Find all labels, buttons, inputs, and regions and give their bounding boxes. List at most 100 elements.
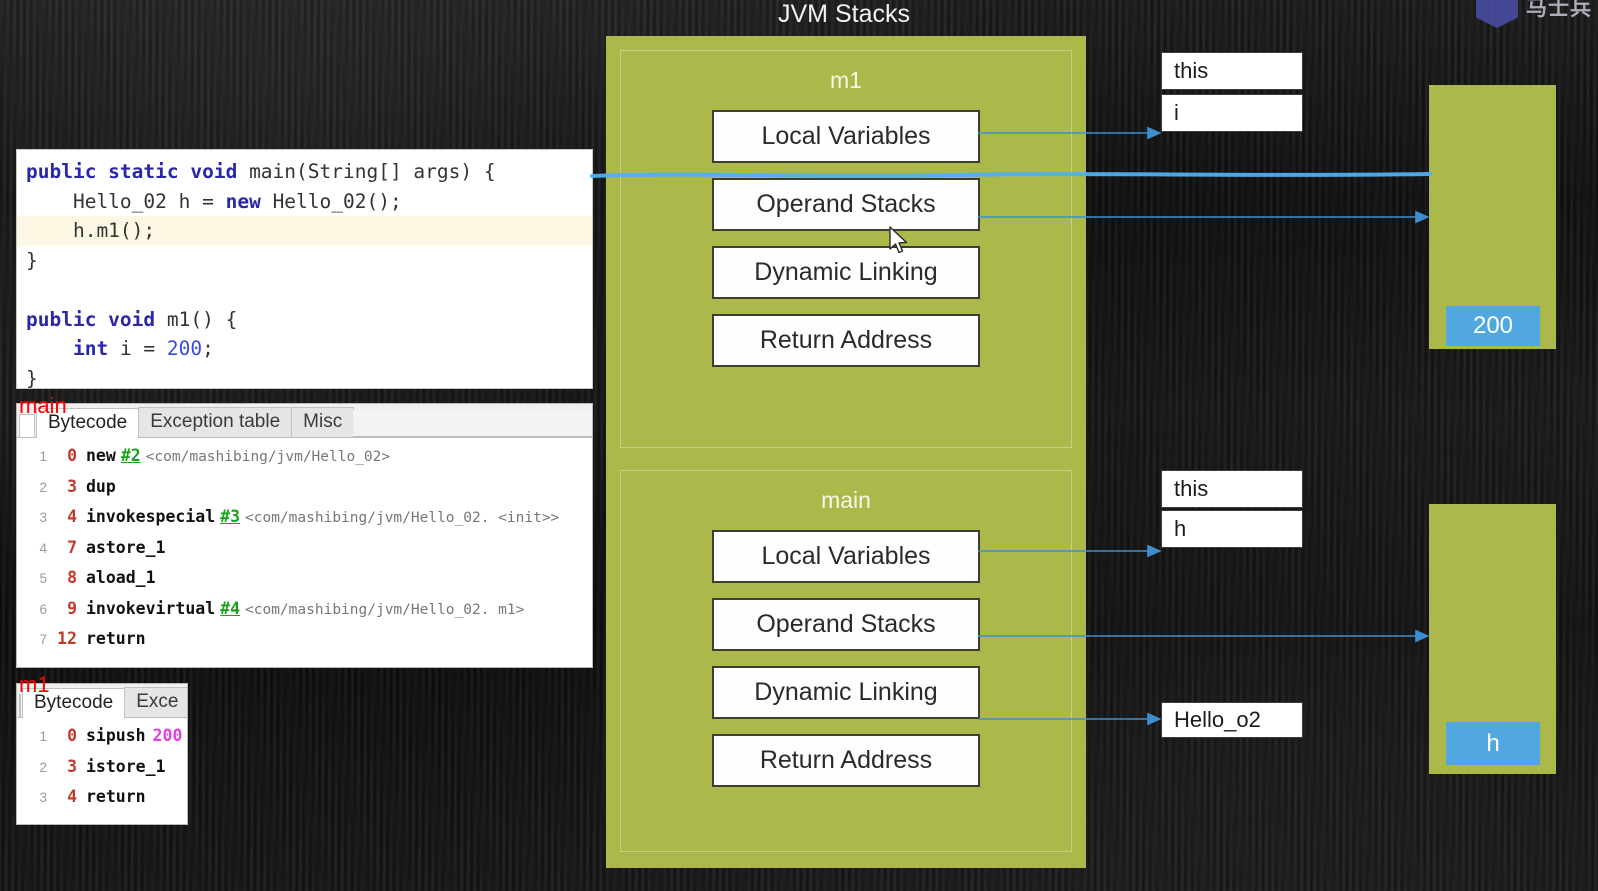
code-line-1: public static void main(String[] args) { [17, 157, 592, 187]
bytecode-offset: 3 [67, 476, 77, 496]
bytecode-main-tag: main [19, 393, 67, 418]
bytecode-offset: 4 [67, 787, 77, 806]
code-token: int [72, 337, 120, 360]
bytecode-line-number: 1 [39, 729, 47, 744]
bytecode-offset: 4 [67, 507, 77, 526]
code-token: } [26, 248, 38, 272]
bytecode-panel-main[interactable]: Bytecode Exception table Misc 1 0 new #2 <com/… [17, 404, 592, 667]
bytecode-opcode: astore_1 [86, 537, 166, 557]
bytecode-opcode: dup [86, 476, 116, 496]
m1-local-this: this [1161, 52, 1303, 90]
bytecode-row: 3 4 invokespecial #3 <com/mashibing/jvm/Hell… [17, 507, 592, 538]
stack-frame-m1: m1 Local Variables Operand Stacks Dynami… [620, 50, 1072, 448]
bytecode-descriptor: <com/mashibing/jvm/Hello_02. m1> [245, 601, 525, 618]
bytecode-opcode: istore_1 [86, 756, 166, 776]
bytecode-opcode: invokespecial [86, 507, 216, 526]
code-token: h.m1(); [26, 219, 156, 242]
bytecode-line-number: 2 [39, 479, 47, 495]
code-token: Hello_02(); [272, 189, 402, 213]
bytecode-main-tabstrip: Bytecode Exception table Misc [17, 404, 592, 438]
bytecode-main-tabs: Bytecode Exception table Misc [36, 407, 355, 438]
heap-value-h: h [1446, 722, 1540, 765]
bytecode-line-number: 1 [39, 449, 47, 464]
code-line-4: } [17, 246, 592, 276]
bytecode-opcode: invokevirtual [86, 598, 216, 618]
main-slot-return-address[interactable]: Return Address [712, 734, 980, 787]
main-local-h: h [1161, 510, 1303, 548]
bytecode-offset: 9 [67, 598, 77, 618]
tab-exce[interactable]: Exce [124, 687, 187, 717]
main-slot-dynamic-linking[interactable]: Dynamic Linking [712, 666, 980, 719]
jvm-stacks-title: JVM Stacks [778, 0, 910, 28]
bytecode-row: 3 4 return [17, 787, 187, 818]
bytecode-const-ref[interactable]: #4 [220, 599, 240, 618]
main-local-this: this [1161, 470, 1303, 508]
bytecode-m1-rows: 1 0 sipush 200 2 3 istore_1 3 4 return [17, 718, 187, 818]
stack-frame-main: main Local Variables Operand Stacks Dyna… [620, 470, 1072, 852]
main-slot-local-variables[interactable]: Local Variables [712, 530, 980, 583]
tab-exception-table[interactable]: Exception table [138, 407, 293, 437]
bytecode-line-number: 3 [39, 510, 47, 525]
bytecode-opcode: sipush [86, 726, 146, 745]
bytecode-row: 6 9 invokevirtual #4 <com/mashibing/jvm/Hell… [17, 599, 592, 630]
m1-slot-dynamic-linking[interactable]: Dynamic Linking [712, 246, 980, 299]
bytecode-row: 2 3 dup [17, 477, 592, 508]
bytecode-line-number: 3 [39, 790, 47, 805]
code-line-6: public void m1() { [17, 305, 592, 335]
bytecode-offset: 0 [67, 446, 77, 465]
m1-slot-local-variables[interactable]: Local Variables [712, 110, 980, 163]
bytecode-line-number: 2 [39, 759, 47, 775]
bytecode-row: 7 12 return [17, 629, 592, 660]
m1-slot-operand-stacks[interactable]: Operand Stacks [712, 178, 980, 231]
code-token: m1() { [166, 307, 238, 331]
code-token: ; [202, 337, 214, 360]
bytecode-main-rows: 1 0 new #2 <com/mashibing/jvm/Hello_02> 2 3 dup… [17, 438, 592, 660]
code-token: i = [119, 337, 167, 360]
code-token: main(String[] args) { [249, 160, 496, 183]
code-line-8: } [17, 364, 592, 389]
code-token: Hello_02 h = [26, 189, 226, 213]
heap-value-200: 200 [1446, 306, 1540, 346]
main-dynamic-link-target: Hello_o2 [1161, 702, 1303, 738]
bytecode-row: 1 0 new #2 <com/mashibing/jvm/Hello_02> [17, 446, 592, 477]
watermark-text: 马士兵 [1526, 0, 1592, 20]
code-line-2: Hello_02 h = new Hello_02(); [17, 187, 592, 217]
bytecode-offset: 7 [67, 537, 77, 557]
tabstrip-filler [353, 410, 592, 437]
stack-frame-m1-title: m1 [830, 67, 862, 93]
bytecode-descriptor: <com/mashibing/jvm/Hello_02. <init>> [245, 510, 560, 526]
bytecode-line-number: 7 [39, 632, 47, 647]
bytecode-const-ref[interactable]: #3 [220, 507, 240, 526]
bytecode-opcode: return [86, 787, 146, 806]
stack-frame-main-title: main [821, 487, 871, 513]
tabstrip-nub [19, 694, 21, 717]
bytecode-line-number: 4 [39, 540, 47, 556]
mouse-cursor [889, 226, 908, 254]
tab-misc[interactable]: Misc [291, 407, 355, 437]
bytecode-line-number: 6 [39, 601, 47, 617]
source-code-lines: public static void main(String[] args) {… [17, 157, 592, 388]
bytecode-row: 1 0 sipush 200 [17, 726, 187, 757]
bytecode-opcode: new [86, 446, 116, 465]
m1-slot-return-address[interactable]: Return Address [712, 314, 980, 367]
bytecode-offset: 12 [57, 629, 77, 648]
bytecode-panel-m1[interactable]: Bytecode Exce 1 0 sipush 200 2 3 istore_1 3 4 retu… [17, 684, 187, 824]
code-token: public void [26, 307, 167, 331]
code-token: 200 [166, 337, 203, 360]
code-token: public static void [26, 160, 250, 183]
bytecode-operand-value: 200 [152, 726, 183, 745]
bytecode-line-number: 5 [39, 571, 47, 586]
code-token: new [225, 189, 273, 213]
bytecode-offset: 8 [67, 568, 77, 587]
bytecode-m1-tag: m1 [19, 672, 50, 697]
bytecode-row: 5 8 aload_1 [17, 568, 592, 599]
main-slot-operand-stacks[interactable]: Operand Stacks [712, 598, 980, 651]
bytecode-const-ref[interactable]: #2 [121, 446, 141, 465]
watermark-badge-icon [1476, 0, 1518, 28]
source-code-panel[interactable]: public static void main(String[] args) {… [17, 150, 592, 388]
code-line-7: int i = 200; [17, 334, 592, 364]
bytecode-row: 2 3 istore_1 [17, 757, 187, 788]
bytecode-descriptor: <com/mashibing/jvm/Hello_02> [145, 449, 391, 465]
